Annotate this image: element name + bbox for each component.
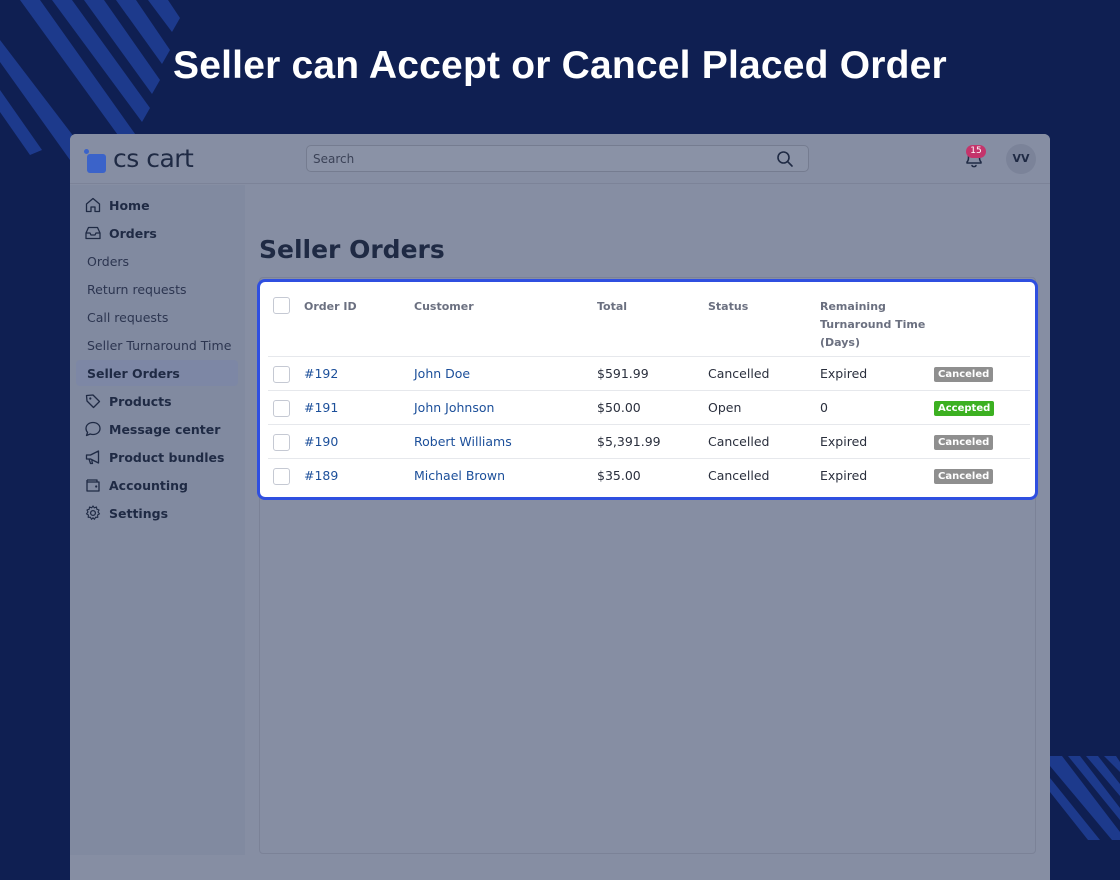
row-divider (268, 356, 1030, 357)
canceled-badge: Canceled (934, 367, 994, 382)
app-window: cs cart 15 VV Home Orders Orders (70, 134, 1050, 880)
sidebar-item-home[interactable]: Home (76, 192, 238, 218)
sidebar-item-message-center[interactable]: Message center (76, 416, 238, 442)
sidebar-subitem-seller-turnaround-time[interactable]: Seller Turnaround Time (76, 332, 238, 358)
canceled-badge: Canceled (934, 469, 994, 484)
megaphone-icon (85, 450, 100, 465)
column-header-order-id[interactable]: Order ID (304, 298, 357, 316)
home-icon (85, 197, 101, 213)
order-total: $5,391.99 (597, 434, 661, 449)
order-total: $50.00 (597, 400, 641, 415)
order-id-link[interactable]: #189 (304, 468, 338, 484)
customer-link[interactable]: John Johnson (414, 400, 494, 416)
column-header-total[interactable]: Total (597, 298, 627, 316)
sidebar-item-orders[interactable]: Orders (76, 220, 238, 246)
tag-icon (85, 394, 101, 409)
wallet-icon (86, 479, 100, 492)
row-checkbox[interactable] (273, 400, 290, 417)
order-status: Cancelled (708, 434, 770, 449)
select-all-checkbox[interactable] (273, 297, 290, 314)
page-title: Seller Orders (259, 235, 445, 264)
sidebar-subitem-orders[interactable]: Orders (76, 248, 238, 274)
search-input[interactable] (307, 146, 767, 171)
remaining-time: 0 (820, 400, 828, 415)
column-header-remaining-time[interactable]: Remaining Turnaround Time (Days) (820, 298, 925, 352)
notification-count-badge: 15 (966, 145, 986, 158)
search-icon[interactable] (776, 150, 794, 168)
seller-orders-table: Order ID Customer Total Status Remaining… (257, 279, 1038, 500)
sidebar-subitem-seller-orders[interactable]: Seller Orders (76, 360, 238, 386)
chat-icon (85, 421, 101, 437)
row-checkbox[interactable] (273, 434, 290, 451)
accepted-badge: Accepted (934, 401, 995, 416)
gear-icon (85, 505, 101, 520)
row-checkbox[interactable] (273, 468, 290, 485)
remaining-time: Expired (820, 468, 868, 483)
order-total: $591.99 (597, 366, 649, 381)
row-divider (268, 458, 1030, 459)
row-divider (268, 390, 1030, 391)
sidebar-item-accounting[interactable]: Accounting (76, 472, 238, 498)
customer-link[interactable]: John Doe (414, 366, 470, 382)
sidebar: Home Orders Orders Return requests Call … (70, 185, 245, 855)
customer-link[interactable]: Michael Brown (414, 468, 505, 484)
user-avatar[interactable]: VV (1006, 144, 1036, 174)
brand-name: cs cart (113, 144, 194, 173)
order-id-link[interactable]: #192 (304, 366, 338, 382)
search-box (306, 145, 809, 172)
logo-mark-icon (84, 148, 106, 173)
order-status: Open (708, 400, 742, 415)
column-header-customer[interactable]: Customer (414, 298, 474, 316)
remaining-time: Expired (820, 366, 868, 381)
sidebar-subitem-return-requests[interactable]: Return requests (76, 276, 238, 302)
sidebar-item-settings[interactable]: Settings (76, 500, 238, 526)
order-status: Cancelled (708, 468, 770, 483)
order-total: $35.00 (597, 468, 641, 483)
sidebar-subitem-call-requests[interactable]: Call requests (76, 304, 238, 330)
order-status: Cancelled (708, 366, 770, 381)
top-bar: cs cart 15 VV (70, 134, 1050, 184)
row-checkbox[interactable] (273, 366, 290, 383)
row-divider (268, 424, 1030, 425)
brand-logo[interactable]: cs cart (84, 143, 194, 175)
order-id-link[interactable]: #190 (304, 434, 338, 450)
headline: Seller can Accept or Cancel Placed Order (173, 44, 947, 87)
decorative-stripes-bottom-right (1050, 756, 1120, 840)
sidebar-item-products[interactable]: Products (76, 388, 238, 414)
column-header-status[interactable]: Status (708, 298, 748, 316)
canceled-badge: Canceled (934, 435, 994, 450)
remaining-time: Expired (820, 434, 868, 449)
order-id-link[interactable]: #191 (304, 400, 338, 416)
customer-link[interactable]: Robert Williams (414, 434, 512, 450)
inbox-icon (85, 226, 101, 240)
sidebar-item-product-bundles[interactable]: Product bundles (76, 444, 238, 470)
